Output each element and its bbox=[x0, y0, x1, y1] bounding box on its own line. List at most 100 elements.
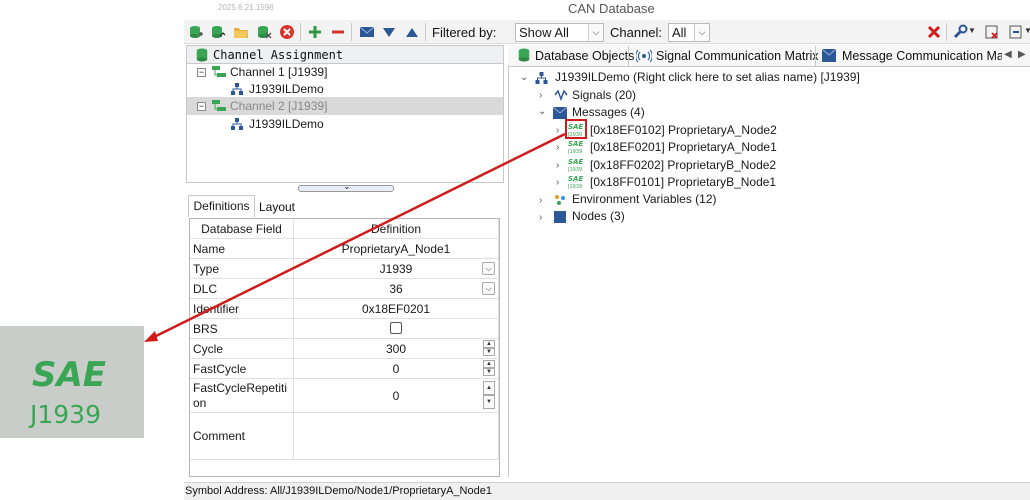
channel-select[interactable]: All ⌵ bbox=[668, 23, 710, 42]
tab-scroll-right-icon[interactable]: ▶ bbox=[1018, 49, 1026, 60]
filter-select-value: Show All bbox=[519, 25, 569, 40]
spin-down-icon[interactable]: ▼ bbox=[483, 395, 495, 409]
dlc-select[interactable]: 36 ⌵ bbox=[294, 279, 499, 299]
fastcycle-spinner[interactable]: ▲ ▼ bbox=[483, 360, 495, 377]
chevron-down-icon[interactable]: ⌄ bbox=[538, 106, 546, 117]
window-title: CAN Database bbox=[568, 1, 655, 16]
spin-up-icon[interactable]: ▲ bbox=[483, 381, 495, 395]
svg-text:J1939: J1939 bbox=[568, 149, 582, 155]
chevron-right-icon[interactable]: › bbox=[539, 90, 542, 101]
tab-message-matrix[interactable]: Message Communication Matr bbox=[842, 47, 1002, 66]
chevron-down-icon[interactable]: ▼ bbox=[968, 26, 976, 35]
export-icon[interactable] bbox=[984, 24, 1000, 40]
channel-icon bbox=[212, 66, 226, 77]
environment-icon bbox=[555, 195, 565, 205]
fastcyclerep-stepper[interactable]: 0 ▲ ▼ bbox=[294, 379, 499, 413]
tab-separator bbox=[628, 46, 629, 66]
message-item[interactable]: [0x18FF0101] ProprietaryB_Node1 bbox=[590, 173, 776, 191]
database-icon bbox=[518, 48, 530, 62]
folder-open-icon[interactable] bbox=[233, 24, 249, 40]
chevron-right-icon[interactable]: › bbox=[556, 142, 559, 153]
chevron-right-icon[interactable]: › bbox=[539, 195, 542, 206]
arrow-up-icon[interactable] bbox=[404, 24, 420, 40]
chevron-down-icon[interactable]: ⌵ bbox=[482, 262, 495, 275]
highlight-box bbox=[565, 119, 587, 139]
brs-cell bbox=[294, 319, 499, 339]
add-icon[interactable] bbox=[307, 24, 323, 40]
network-node-icon bbox=[231, 83, 243, 95]
fastcyclerep-spinner[interactable]: ▲ ▼ bbox=[483, 381, 495, 409]
svg-text:SAE: SAE bbox=[568, 175, 583, 183]
toolbar-separator bbox=[300, 23, 301, 41]
toolbar-separator bbox=[351, 23, 352, 41]
close-icon[interactable] bbox=[926, 24, 942, 40]
spin-up-icon[interactable]: ▲ bbox=[483, 360, 495, 368]
message-label: [0x18FF0101] ProprietaryB_Node1 bbox=[590, 175, 777, 189]
pane-splitter[interactable]: ⌄ bbox=[298, 181, 394, 192]
fastcycle-stepper[interactable]: 0 ▲ ▼ bbox=[294, 359, 499, 379]
collapse-toggle[interactable]: − bbox=[197, 102, 206, 111]
chevron-right-icon[interactable]: › bbox=[556, 160, 559, 171]
channel-child-label: J1939ILDemo bbox=[249, 117, 324, 131]
name-value[interactable]: ProprietaryA_Node1 bbox=[294, 239, 499, 259]
db-add-icon[interactable] bbox=[188, 24, 204, 40]
collapse-toggle[interactable]: − bbox=[197, 68, 206, 77]
chevron-down-icon: ⌄ bbox=[343, 181, 351, 191]
column-header: Definition bbox=[294, 219, 499, 239]
env-vars-item[interactable]: Environment Variables (12) bbox=[572, 190, 717, 208]
channel-child-label: J1939ILDemo bbox=[249, 82, 324, 96]
chevron-down-icon[interactable]: ▼ bbox=[1024, 26, 1030, 35]
delete-icon[interactable] bbox=[279, 24, 295, 40]
signals-item[interactable]: Signals (20) bbox=[572, 86, 636, 104]
db-remove-icon[interactable] bbox=[256, 24, 272, 40]
channel-item[interactable]: Channel 2 [J1939] bbox=[230, 97, 327, 115]
message-item[interactable]: [0x18FF0202] ProprietaryB_Node2 bbox=[590, 156, 776, 174]
chevron-right-icon[interactable]: › bbox=[556, 125, 559, 136]
channel-child-item[interactable]: J1939ILDemo bbox=[249, 115, 324, 133]
channel-child-item[interactable]: J1939ILDemo bbox=[249, 80, 324, 98]
import-icon[interactable] bbox=[1008, 24, 1024, 40]
cycle-spinner[interactable]: ▲ ▼ bbox=[483, 340, 495, 357]
spin-up-icon[interactable]: ▲ bbox=[483, 340, 495, 348]
chevron-down-icon[interactable]: ⌵ bbox=[482, 282, 495, 295]
column-header: Database Field bbox=[190, 219, 294, 239]
spin-down-icon[interactable]: ▼ bbox=[483, 348, 495, 356]
tab-layout[interactable]: Layout bbox=[255, 198, 299, 217]
definitions-table: Database Field Definition Name Proprieta… bbox=[189, 218, 500, 477]
filter-select[interactable]: Show All ⌵ bbox=[515, 23, 604, 42]
chevron-down-icon[interactable]: ⌄ bbox=[520, 72, 528, 83]
db-add-alt-icon[interactable] bbox=[210, 24, 226, 40]
chevron-right-icon[interactable]: › bbox=[556, 177, 559, 188]
channel-item[interactable]: Channel 1 [J1939] bbox=[230, 63, 327, 81]
type-select[interactable]: J1939 ⌵ bbox=[294, 259, 499, 279]
wrench-icon[interactable] bbox=[952, 24, 968, 40]
nodes-label: Nodes (3) bbox=[572, 209, 625, 223]
sae-j1939-icon: SAEJ1939 bbox=[568, 140, 583, 155]
field-brs-label: BRS bbox=[190, 319, 294, 339]
nodes-item[interactable]: Nodes (3) bbox=[572, 207, 625, 225]
network-node-icon bbox=[231, 118, 243, 130]
db-root-label: J1939ILDemo (Right click here to set ali… bbox=[555, 70, 860, 84]
arrow-down-icon[interactable] bbox=[381, 24, 397, 40]
type-value: J1939 bbox=[379, 262, 413, 276]
tab-signal-matrix[interactable]: Signal Communication Matrix bbox=[656, 47, 819, 66]
mail-icon[interactable] bbox=[359, 24, 375, 40]
tab-database-objects[interactable]: Database Objects bbox=[535, 47, 634, 66]
status-bar: Symbol Address: All/J1939ILDemo/Node1/Pr… bbox=[184, 482, 1030, 500]
identifier-value[interactable]: 0x18EF0201 bbox=[294, 299, 499, 319]
cycle-stepper[interactable]: 300 ▲ ▼ bbox=[294, 339, 499, 359]
remove-icon[interactable] bbox=[330, 24, 346, 40]
db-root-item[interactable]: J1939ILDemo (Right click here to set ali… bbox=[555, 68, 860, 86]
chevron-right-icon[interactable]: › bbox=[539, 212, 542, 223]
message-item[interactable]: [0x18EF0201] ProprietaryA_Node1 bbox=[590, 138, 777, 156]
comment-field[interactable] bbox=[294, 413, 499, 460]
spin-down-icon[interactable]: ▼ bbox=[483, 368, 495, 376]
fastcyclerep-value: 0 bbox=[392, 389, 400, 403]
tab-scroll-left-icon[interactable]: ◀ bbox=[1004, 49, 1012, 60]
env-vars-label: Environment Variables (12) bbox=[572, 192, 717, 206]
cycle-value: 300 bbox=[385, 342, 407, 356]
message-item[interactable]: [0x18EF0102] ProprietaryA_Node2 bbox=[590, 121, 777, 139]
brs-checkbox[interactable] bbox=[390, 322, 402, 334]
zoom-line2: J1939 bbox=[28, 400, 101, 429]
tab-definitions[interactable]: Definitions bbox=[188, 195, 255, 217]
